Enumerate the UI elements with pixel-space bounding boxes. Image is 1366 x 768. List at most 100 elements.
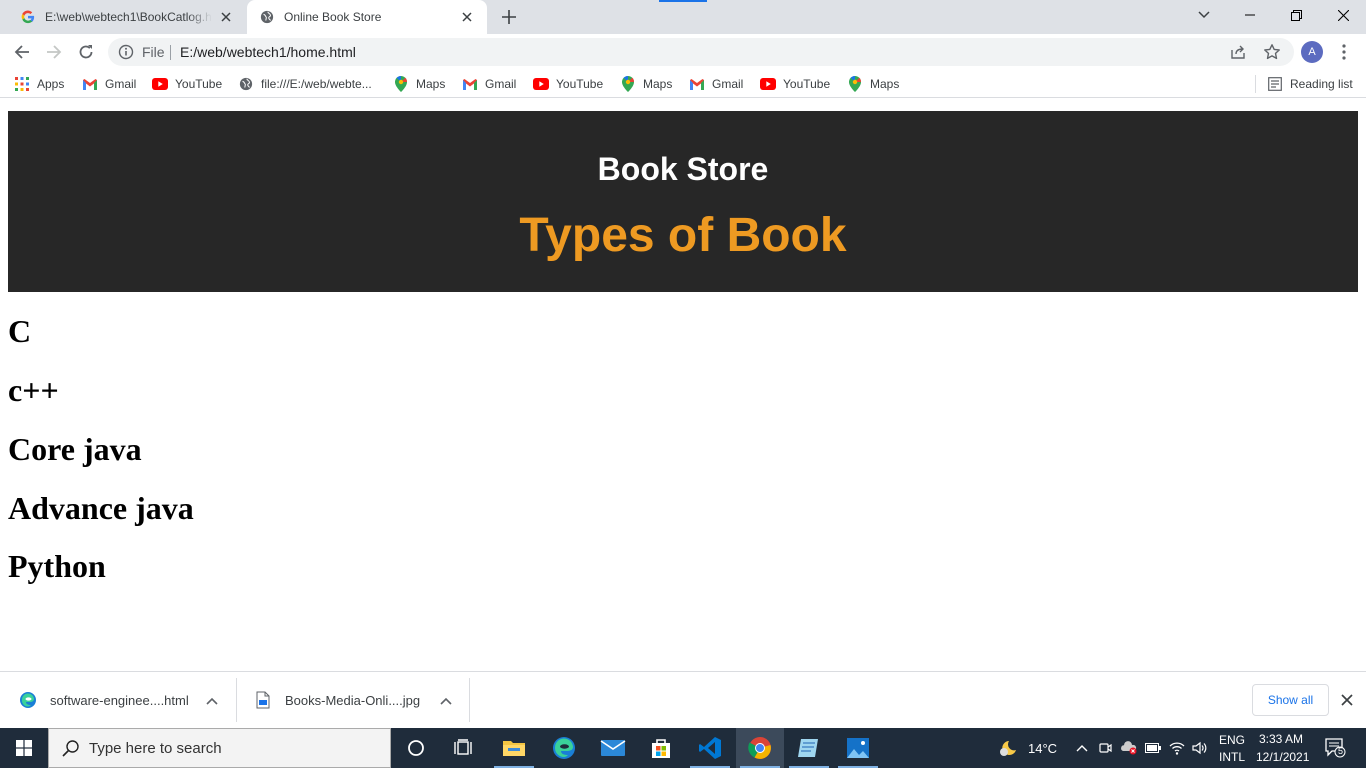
search-icon xyxy=(61,738,81,758)
mail-icon[interactable] xyxy=(589,728,637,768)
notification-count: 5 xyxy=(1338,746,1344,756)
notification-center-icon[interactable]: 5 xyxy=(1325,738,1347,758)
close-shelf-icon[interactable] xyxy=(1340,693,1354,707)
book-type-item: c++ xyxy=(8,372,59,408)
microsoft-store-icon[interactable] xyxy=(637,728,685,768)
chrome-icon[interactable] xyxy=(736,728,784,768)
more-menu-icon[interactable] xyxy=(1336,40,1352,64)
bookmark-gmail[interactable]: Gmail xyxy=(689,74,743,94)
windows-taskbar: Type here to search 14°C ENG INTL 3:33 A… xyxy=(0,728,1366,768)
bookmark-youtube[interactable]: YouTube xyxy=(760,74,830,94)
battery-icon[interactable] xyxy=(1145,740,1161,756)
web-page: Book Store Types of Book C c++ Core java… xyxy=(0,103,1366,671)
download-shelf: software-enginee....html Books-Media-Onl… xyxy=(0,671,1366,728)
download-item[interactable]: software-enginee....html xyxy=(19,678,229,722)
bookmark-gmail[interactable]: Gmail xyxy=(462,74,516,94)
maps-icon xyxy=(847,76,863,92)
bookmark-youtube[interactable]: YouTube xyxy=(533,74,603,94)
tab-online-book-store[interactable]: Online Book Store xyxy=(247,0,487,34)
reading-list-button[interactable]: Reading list xyxy=(1267,74,1353,94)
notepad-icon[interactable] xyxy=(785,728,833,768)
bookmark-maps[interactable]: Maps xyxy=(847,74,899,94)
store-title: Book Store xyxy=(597,151,769,187)
bookmark-label: Gmail xyxy=(105,77,137,91)
reading-list-icon xyxy=(1267,76,1283,92)
bookmarks-bar: Apps Gmail YouTube file:///E:/web/webte.… xyxy=(0,70,1366,98)
share-icon[interactable] xyxy=(1230,44,1246,60)
bookmark-label: file:///E:/web/webte... xyxy=(261,77,372,91)
bookmark-label: YouTube xyxy=(175,77,223,91)
address-divider xyxy=(170,45,171,60)
keyboard-layout[interactable]: INTL xyxy=(1219,750,1245,764)
onedrive-error-icon[interactable] xyxy=(1120,740,1138,756)
reload-button[interactable] xyxy=(72,38,100,66)
minimize-icon[interactable] xyxy=(1227,0,1273,30)
bookmark-apps[interactable]: Apps xyxy=(14,74,64,94)
chevron-up-icon[interactable] xyxy=(206,693,220,707)
input-language[interactable]: ENG xyxy=(1219,733,1245,747)
close-tab-icon[interactable] xyxy=(218,9,234,25)
bookmark-label: Gmail xyxy=(485,77,517,91)
bookmark-gmail[interactable]: Gmail xyxy=(82,74,136,94)
forward-button[interactable] xyxy=(40,38,68,66)
weather-icon[interactable] xyxy=(998,740,1018,756)
edge-icon xyxy=(19,691,37,709)
address-bar[interactable]: File E:/web/webtech1/home.html xyxy=(108,38,1294,66)
edge-browser-icon[interactable] xyxy=(540,728,588,768)
bookmark-maps[interactable]: Maps xyxy=(620,74,672,94)
file-explorer-icon[interactable] xyxy=(490,728,538,768)
temperature[interactable]: 14°C xyxy=(1028,741,1057,756)
task-view-icon[interactable] xyxy=(440,728,488,768)
close-tab-icon[interactable] xyxy=(459,9,475,25)
clock-date[interactable]: 12/1/2021 xyxy=(1256,750,1309,764)
youtube-icon xyxy=(533,76,549,92)
book-type-item: Python xyxy=(8,548,106,584)
tab-title: E:\web\webtech1\BookCatlog.html xyxy=(45,10,212,24)
clock-time[interactable]: 3:33 AM xyxy=(1259,732,1303,746)
taskbar-search-box[interactable]: Type here to search xyxy=(48,728,391,768)
bookmark-label: YouTube xyxy=(556,77,604,91)
tab-strip: E:\web\webtech1\BookCatlog.html Online B… xyxy=(0,0,1366,34)
maps-icon xyxy=(620,76,636,92)
bookmark-youtube[interactable]: YouTube xyxy=(152,74,222,94)
bookmark-label: Maps xyxy=(643,77,673,91)
tab-bookcatlog[interactable]: E:\web\webtech1\BookCatlog.html xyxy=(8,0,246,34)
download-item[interactable]: Books-Media-Onli....jpg xyxy=(254,678,464,722)
apps-grid-icon xyxy=(14,76,30,92)
tab-title: Online Book Store xyxy=(284,10,382,24)
cortana-icon[interactable] xyxy=(392,728,440,768)
profile-avatar[interactable]: A xyxy=(1301,41,1323,63)
tab-search-icon[interactable] xyxy=(1181,0,1227,30)
bookmark-label: Gmail xyxy=(712,77,744,91)
volume-icon[interactable] xyxy=(1192,740,1208,756)
new-tab-button[interactable] xyxy=(499,7,519,27)
wifi-icon[interactable] xyxy=(1169,740,1185,756)
gmail-icon xyxy=(462,76,478,92)
download-filename: software-enginee....html xyxy=(50,692,189,708)
gmail-icon xyxy=(689,76,705,92)
download-filename: Books-Media-Onli....jpg xyxy=(285,692,421,708)
image-file-icon xyxy=(254,691,272,709)
show-all-button[interactable]: Show all xyxy=(1252,684,1329,716)
restore-icon[interactable] xyxy=(1273,0,1319,30)
download-divider xyxy=(236,678,237,722)
reading-list-label: Reading list xyxy=(1290,77,1353,91)
start-button[interactable] xyxy=(0,728,48,768)
meet-now-icon[interactable] xyxy=(1097,740,1113,756)
bookmark-star-icon[interactable] xyxy=(1263,43,1281,61)
info-icon[interactable] xyxy=(118,44,134,60)
search-placeholder: Type here to search xyxy=(89,739,222,757)
chevron-up-icon[interactable] xyxy=(1074,740,1090,756)
url-text[interactable]: E:/web/webtech1/home.html xyxy=(180,44,356,60)
close-window-icon[interactable] xyxy=(1320,0,1366,30)
bookmark-maps[interactable]: Maps xyxy=(393,74,445,94)
youtube-icon xyxy=(152,76,168,92)
scheme-label: File xyxy=(142,44,165,60)
chevron-up-icon[interactable] xyxy=(440,693,454,707)
vscode-icon[interactable] xyxy=(686,728,734,768)
book-type-item: Core java xyxy=(8,431,142,467)
back-button[interactable] xyxy=(8,38,36,66)
bookmark-local-file[interactable]: file:///E:/web/webte... xyxy=(238,74,372,94)
bookmark-label: YouTube xyxy=(783,77,831,91)
photos-icon[interactable] xyxy=(834,728,882,768)
